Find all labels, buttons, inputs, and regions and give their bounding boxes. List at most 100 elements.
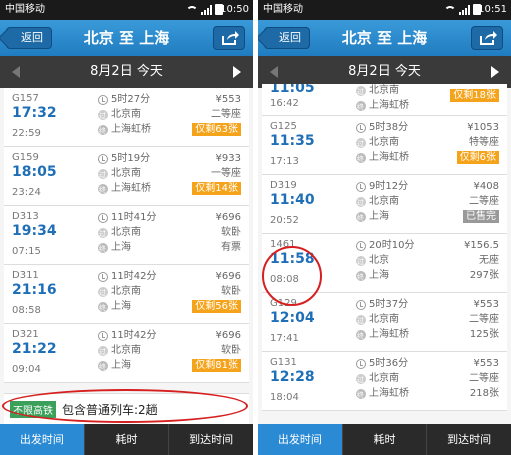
- train-row[interactable]: D31911:40 20:52 9时12分北京南上海 ¥408 二等座已售完: [262, 175, 507, 234]
- departure-time: 11:58: [270, 251, 315, 267]
- ticket-availability: 已售完: [463, 210, 499, 223]
- date-bar: 8月2日 今天: [0, 56, 253, 88]
- train-row[interactable]: 11:05 16:42 北京南上海虹桥 商务座仅剩18张: [262, 84, 507, 116]
- price-info: ¥933 一等座 仅剩14张: [192, 151, 241, 196]
- to-station: 上海: [111, 242, 131, 253]
- train-row[interactable]: G15918:05 23:24 5时19分北京南上海虹桥 ¥933 一等座仅剩14张: [4, 147, 249, 206]
- next-day-arrow-icon[interactable]: [491, 66, 499, 78]
- train-row[interactable]: D31319:34 07:15 11时41分北京南上海 ¥696 软卧有票: [4, 206, 249, 265]
- tab-arrival-time[interactable]: 到达时间: [426, 424, 511, 455]
- price-info: ¥553 二等座 仅剩63张: [192, 92, 241, 137]
- share-button[interactable]: [213, 26, 245, 50]
- price: ¥933: [215, 153, 241, 164]
- to-station: 上海虹桥: [111, 124, 151, 135]
- arrival-time: 09:04: [12, 364, 41, 375]
- tab-departure-time[interactable]: 出发时间: [0, 424, 84, 455]
- destination-station-icon: [356, 100, 366, 115]
- tab-arrival-time[interactable]: 到达时间: [168, 424, 253, 455]
- arrival-time: 22:59: [12, 128, 41, 139]
- ticket-availability: 仅剩56张: [192, 300, 241, 313]
- sort-tabbar: 出发时间 耗时 到达时间: [0, 424, 253, 455]
- price: ¥553: [473, 358, 499, 369]
- train-row[interactable]: D32121:22 09:04 11时42分北京南上海 ¥696 软卧仅剩81张: [4, 324, 249, 383]
- clock-icon: [98, 212, 108, 223]
- train-row[interactable]: G15717:32 22:59 5时27分北京南上海虹桥 ¥553 二等座仅剩63张: [4, 88, 249, 147]
- to-station: 上海: [369, 270, 389, 281]
- price: ¥553: [473, 299, 499, 310]
- clock-icon: [356, 299, 366, 310]
- origin-station-icon: [98, 227, 108, 242]
- origin-station-icon: [356, 85, 366, 100]
- tab-duration[interactable]: 耗时: [341, 424, 427, 455]
- carrier-label: 中国移动: [5, 4, 45, 15]
- destination-station-icon: [356, 388, 366, 403]
- tab-duration[interactable]: 耗时: [83, 424, 169, 455]
- clock-icon: [356, 358, 366, 369]
- train-row[interactable]: G12912:04 17:41 5时37分北京南上海虹桥 ¥553 二等座 125张: [262, 293, 507, 352]
- prev-day-arrow-icon[interactable]: [270, 66, 278, 78]
- to-station: 上海虹桥: [111, 183, 151, 194]
- arrival-time: 23:24: [12, 187, 41, 198]
- duration: 5时38分: [369, 122, 409, 133]
- title-bar: 返回 北京 至 上海: [258, 20, 511, 56]
- next-day-arrow-icon[interactable]: [233, 66, 241, 78]
- duration: 5时37分: [369, 299, 409, 310]
- tab-departure-time[interactable]: 出发时间: [258, 424, 342, 455]
- from-station: 北京南: [111, 168, 141, 179]
- arrival-time: 16:42: [270, 98, 299, 109]
- duration: 11时42分: [111, 271, 157, 282]
- seat-type: 二等座: [469, 314, 499, 325]
- destination-station-icon: [98, 360, 108, 375]
- train-row[interactable]: 146111:58 08:08 20时10分北京上海 ¥156.5 无座 297张: [262, 234, 507, 293]
- train-row[interactable]: G12511:35 17:13 5时38分北京南上海虹桥 ¥1053 特等座仅剩6张: [262, 116, 507, 175]
- price-info: ¥1053 特等座 仅剩6张: [456, 120, 499, 165]
- departure-time: 11:35: [270, 133, 315, 149]
- from-station: 北京南: [369, 373, 399, 384]
- route-info: 11时42分北京南上海: [98, 328, 156, 375]
- arrival-time: 18:04: [270, 392, 299, 403]
- route-info: 11时42分北京南上海: [98, 269, 157, 316]
- train-row[interactable]: G13112:28 18:04 5时36分北京南上海虹桥 ¥553 二等座 218张: [262, 352, 507, 411]
- train-row[interactable]: D31121:16 08:58 11时42分北京南上海 ¥696 软卧仅剩56张: [4, 265, 249, 324]
- origin-station-icon: [98, 168, 108, 183]
- duration: 5时36分: [369, 358, 409, 369]
- status-icons: [444, 4, 481, 15]
- ticket-availability: 有票: [221, 242, 241, 253]
- to-station: 上海: [111, 360, 131, 371]
- duration: 5时27分: [111, 94, 151, 105]
- filter-bar[interactable]: 不限高铁 包含普通列车:2趟: [4, 393, 249, 424]
- current-date: 8月2日 今天: [90, 64, 163, 79]
- duration: 5时19分: [111, 153, 151, 164]
- wifi-icon: [444, 6, 456, 15]
- arrival-time: 17:13: [270, 156, 299, 167]
- clock-icon: [356, 181, 366, 192]
- train-number: G159: [12, 152, 39, 163]
- signal-icon: [201, 5, 212, 15]
- clock-icon: [356, 240, 366, 251]
- share-button[interactable]: [471, 26, 503, 50]
- train-number: G131: [270, 357, 297, 368]
- train-number: D313: [12, 211, 39, 222]
- origin-station-icon: [356, 314, 366, 329]
- route-info: 5时27分北京南上海虹桥: [98, 92, 151, 139]
- departure-time: 19:34: [12, 223, 57, 239]
- route-info: 5时19分北京南上海虹桥: [98, 151, 151, 198]
- from-station: 北京南: [369, 196, 399, 207]
- prev-day-arrow-icon[interactable]: [12, 66, 20, 78]
- route-info: 5时37分北京南上海虹桥: [356, 297, 409, 344]
- seat-type: 一等座: [211, 168, 241, 179]
- origin-station-icon: [98, 345, 108, 360]
- route-info: 20时10分北京上海: [356, 238, 414, 285]
- price: ¥696: [215, 271, 241, 282]
- destination-station-icon: [98, 183, 108, 198]
- price: ¥156.5: [464, 240, 499, 251]
- arrival-time: 20:52: [270, 215, 299, 226]
- from-station: 北京南: [111, 345, 141, 356]
- status-icons: [186, 4, 223, 15]
- destination-station-icon: [356, 211, 366, 226]
- seat-type: 软卧: [221, 345, 241, 356]
- train-number: D311: [12, 270, 39, 281]
- share-icon: [222, 31, 239, 45]
- no-limit-tag[interactable]: 不限高铁: [10, 401, 56, 418]
- origin-station-icon: [356, 137, 366, 152]
